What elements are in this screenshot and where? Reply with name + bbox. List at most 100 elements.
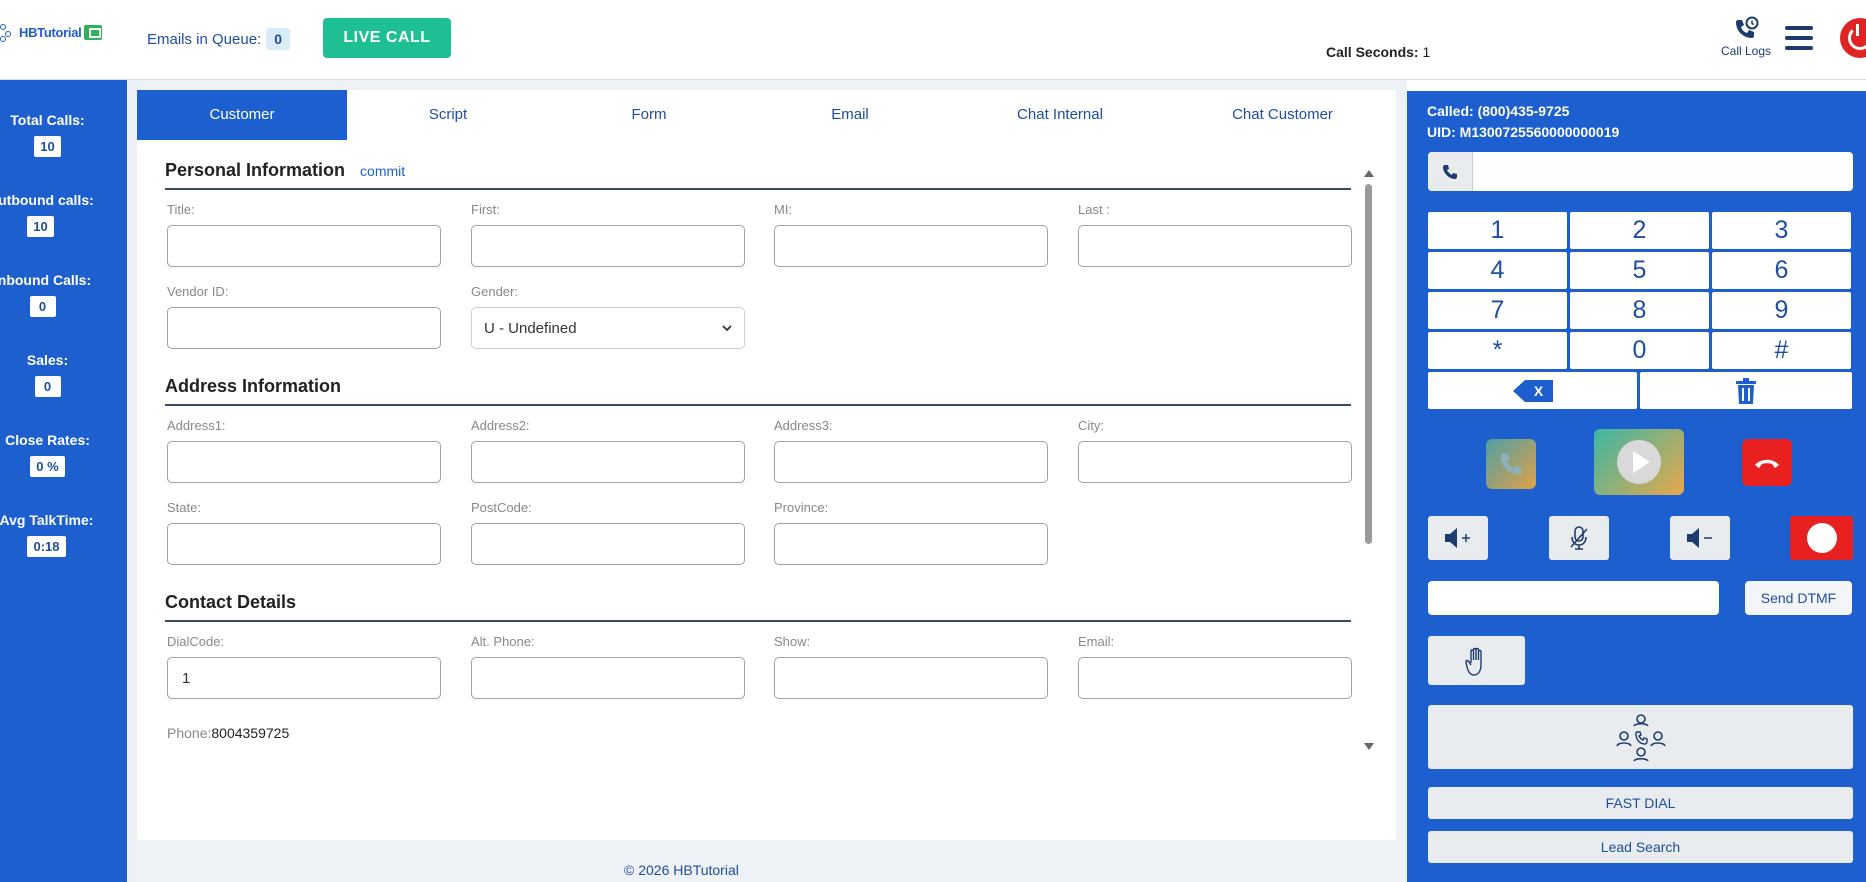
key-2[interactable]: 2 [1570, 212, 1709, 249]
chevron-down-icon [722, 325, 732, 332]
postcode-field[interactable] [471, 523, 745, 565]
gender-select-value: U - Undefined [484, 319, 577, 337]
province-field[interactable] [774, 523, 1048, 565]
gender-label: Gender: [471, 284, 518, 299]
show-field[interactable] [774, 657, 1048, 699]
address-info-heading: Address Information [165, 376, 342, 396]
call-seconds-label: Call Seconds: [1326, 44, 1419, 60]
state-label: State: [167, 500, 201, 515]
keypad-actions [1428, 372, 1852, 409]
commit-link[interactable]: commit [360, 163, 405, 179]
section-divider [165, 188, 1351, 190]
stat-value: 0 [34, 376, 61, 397]
tab-form[interactable]: Form [549, 90, 749, 140]
play-button[interactable] [1594, 429, 1684, 495]
emails-queue-label: Emails in Queue: [147, 30, 262, 48]
dial-number-input[interactable] [1473, 152, 1853, 191]
middle-initial-field[interactable] [774, 225, 1048, 267]
last-name-field[interactable] [1078, 225, 1352, 267]
key-1[interactable]: 1 [1428, 212, 1567, 249]
contact-details-heading: Contact Details [165, 592, 297, 612]
phone-clock-icon [1736, 16, 1759, 38]
phone-value: 8004359725 [211, 725, 290, 741]
title-field[interactable] [167, 225, 441, 267]
tab-email[interactable]: Email [749, 90, 951, 140]
volume-up-button[interactable] [1428, 516, 1488, 560]
scroll-up-icon[interactable] [1364, 170, 1374, 177]
trash-icon [1736, 377, 1756, 404]
email-field[interactable] [1078, 657, 1352, 699]
address3-field[interactable] [774, 441, 1048, 483]
dialcode-field[interactable] [167, 657, 441, 699]
state-field[interactable] [167, 523, 441, 565]
stat-label: Avg TalkTime: [0, 512, 94, 528]
conference-icon [1615, 714, 1666, 762]
vendor-id-label: Vendor ID: [167, 284, 229, 299]
address2-field[interactable] [471, 441, 745, 483]
mute-button[interactable] [1549, 516, 1609, 560]
mute-mic-icon [1570, 526, 1588, 550]
send-dtmf-button[interactable]: Send DTMF [1745, 581, 1852, 615]
play-icon [1617, 440, 1661, 484]
emails-queue: Emails in Queue: 0 [147, 28, 291, 50]
key-6[interactable]: 6 [1712, 252, 1851, 289]
hold-button[interactable] [1428, 636, 1525, 685]
brand-name: HBTutorial [19, 24, 82, 40]
tab-script[interactable]: Script [347, 90, 549, 140]
dtmf-input[interactable] [1428, 581, 1719, 615]
key-star[interactable]: * [1428, 332, 1567, 369]
form-scrollbar[interactable] [1363, 170, 1374, 750]
stats-sidebar: Total Calls: 10 Outbound calls: 10 Inbou… [0, 80, 127, 882]
call-controls [1407, 429, 1866, 499]
power-icon[interactable] [1840, 18, 1866, 58]
record-icon [1806, 523, 1837, 553]
volume-down-button[interactable] [1670, 516, 1730, 560]
record-button[interactable] [1790, 516, 1853, 560]
stat-value: 0:18 [27, 536, 66, 557]
call-seconds: Call Seconds: 1 [1326, 44, 1430, 60]
call-button[interactable] [1486, 439, 1536, 489]
customer-panel: Customer Script Form Email Chat Internal… [137, 90, 1396, 840]
stat-avg-talktime: Avg TalkTime: 0:18 [0, 512, 97, 557]
key-4[interactable]: 4 [1428, 252, 1567, 289]
key-3[interactable]: 3 [1712, 212, 1851, 249]
tab-chat-customer[interactable]: Chat Customer [1169, 90, 1396, 140]
hand-icon [1464, 647, 1482, 676]
first-label: First: [471, 202, 500, 217]
alt-phone-field[interactable] [471, 657, 745, 699]
key-0[interactable]: 0 [1570, 332, 1709, 369]
tab-customer[interactable]: Customer [137, 90, 347, 140]
call-logs-label: Call Logs [1720, 44, 1772, 58]
city-field[interactable] [1078, 441, 1352, 483]
tab-chat-internal[interactable]: Chat Internal [951, 90, 1169, 140]
lead-search-button[interactable]: Lead Search [1428, 831, 1853, 863]
conference-button[interactable] [1428, 705, 1853, 769]
brand-logo[interactable]: HBTutorial [0, 22, 103, 42]
live-call-button[interactable]: LIVE CALL [323, 18, 451, 58]
key-9[interactable]: 9 [1712, 292, 1851, 329]
call-logs-button[interactable]: Call Logs [1716, 16, 1776, 58]
gender-select[interactable]: U - Undefined [471, 307, 745, 349]
key-5[interactable]: 5 [1570, 252, 1709, 289]
dial-number-group [1428, 152, 1853, 191]
key-hash[interactable]: # [1712, 332, 1851, 369]
clear-button[interactable] [1640, 372, 1852, 409]
last-label: Last : [1078, 202, 1110, 217]
phone-icon [1428, 152, 1473, 191]
first-name-field[interactable] [471, 225, 745, 267]
scroll-thumb[interactable] [1365, 184, 1372, 544]
vendor-id-field[interactable] [167, 307, 441, 349]
hamburger-menu-icon[interactable] [1785, 26, 1813, 52]
key-7[interactable]: 7 [1428, 292, 1567, 329]
stat-value: 10 [27, 216, 54, 237]
stat-sales: Sales: 0 [0, 352, 95, 397]
fast-dial-button[interactable]: FAST DIAL [1428, 787, 1853, 819]
call-seconds-value: 1 [1422, 44, 1431, 60]
key-8[interactable]: 8 [1570, 292, 1709, 329]
address1-field[interactable] [167, 441, 441, 483]
scroll-down-icon[interactable] [1364, 743, 1374, 750]
hangup-button[interactable] [1742, 439, 1792, 486]
emails-queue-count: 0 [266, 28, 291, 50]
stat-label: Close Rates: [5, 432, 90, 448]
backspace-button[interactable] [1428, 372, 1637, 409]
